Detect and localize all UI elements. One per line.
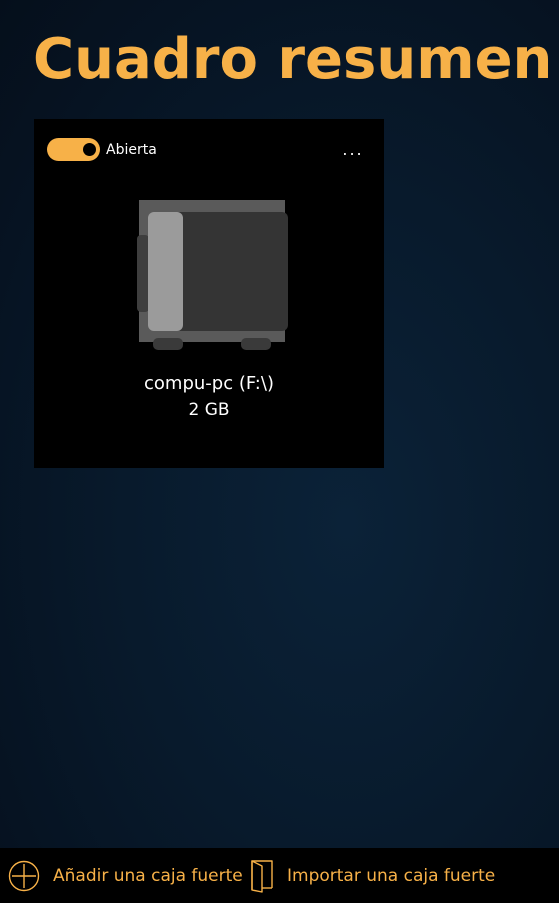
add-vault-label: Añadir una caja fuerte <box>53 865 243 886</box>
import-vault-label: Importar una caja fuerte <box>287 865 496 886</box>
import-door-icon <box>251 859 273 893</box>
page-title: Cuadro resumen <box>33 27 553 92</box>
command-bar: Añadir una caja fuerte Importar una caja… <box>0 848 559 903</box>
toggle-knob <box>83 143 96 156</box>
safe-icon <box>137 200 288 350</box>
add-circle-icon <box>8 860 40 891</box>
vault-name: compu-pc (F:\) <box>144 373 274 394</box>
import-vault-button[interactable]: Importar una caja fuerte <box>247 848 495 903</box>
vault-open-toggle[interactable] <box>47 138 100 161</box>
more-options-button[interactable]: ... <box>338 141 368 161</box>
vault-card[interactable]: Abierta ... compu-pc (F:\) 2 GB <box>34 119 384 468</box>
toggle-label: Abierta <box>106 142 157 158</box>
add-vault-button[interactable]: Añadir una caja fuerte <box>8 848 243 903</box>
vault-size: 2 GB <box>188 400 230 420</box>
